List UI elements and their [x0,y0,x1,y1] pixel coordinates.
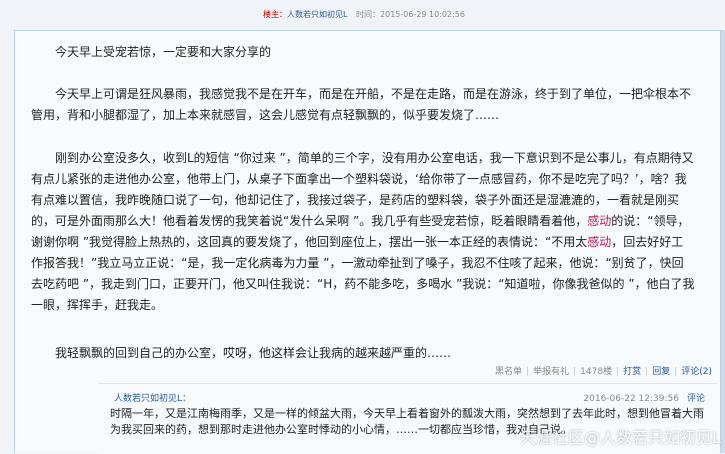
comment-link[interactable]: 评论(2) [681,367,712,377]
highlight-word-1[interactable]: 感动 [587,214,611,228]
post-paragraph-3: 刚到办公室没多久，收到L的短信 “你过来 ”，简单的三个字，没有用办公室电话，我… [31,148,695,316]
comment-meta: 2016-06-22 12:39:56 评论 [583,391,705,404]
comment-time: 2016-06-22 12:39:56 [583,394,679,404]
tip-link[interactable]: 打赏 [623,367,641,377]
post-paragraph-2: 今天早上可谓是狂风暴雨，我感觉我不是在开车，而是在开船，不是在走路，而是在游泳，… [31,87,692,122]
report-link[interactable]: 举报有礼 [533,367,569,377]
scrollbar-track[interactable] [721,30,725,453]
blacklist-link[interactable]: 黑名单 [495,367,522,377]
post-time: 2015-06-29 10:02:56 [380,10,465,19]
post-paragraph-1: 今天早上受宠若惊，一定要和大家分享的 [55,45,272,59]
reply-link[interactable]: 回复 [652,367,670,377]
time-label: 时间： [356,10,381,19]
highlight-word-2[interactable]: 感动 [587,235,611,249]
action-bar: 黑名单 | 举报有礼 | 1478楼 | 打赏 | 回复 | 评论(2) [495,367,712,377]
floor-number: 1478楼 [580,367,613,377]
post-meta: 楼主：人数若只如初见L 时间：2015-06-29 10:02:56 [263,0,465,30]
post-box: 今天早上受宠若惊，一定要和大家分享的 今天早上可谓是狂风暴雨，我感觉我不是在开车… [14,30,721,454]
owner-label: 楼主： [263,10,287,19]
post-header: 楼主：人数若只如初见L 时间：2015-06-29 10:02:56 [0,0,725,30]
comment-author[interactable]: 人数若只如初见L： [114,391,191,404]
watermark: 天涯社区@人数若只如初见L [520,428,721,447]
comment-reply-link[interactable]: 评论 [687,394,705,404]
author-link[interactable]: 人数若只如初见L [287,10,347,19]
